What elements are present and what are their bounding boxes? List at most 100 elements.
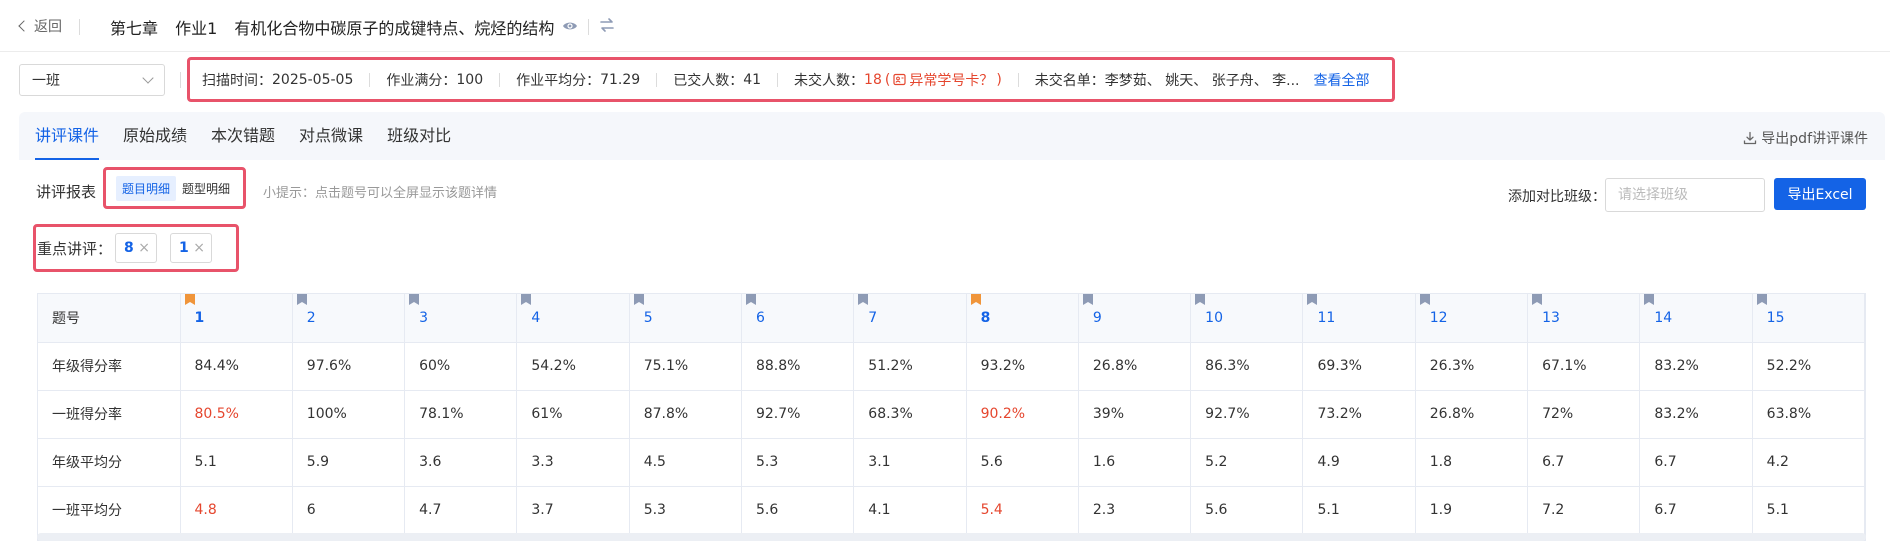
table-cell: 1.9 (1415, 486, 1529, 535)
question-number-cell[interactable]: 8 (966, 294, 1079, 343)
class-select[interactable]: 一班 (19, 64, 165, 96)
row-label: 一班得分率 (38, 390, 181, 439)
export-pdf-label: 导出pdf讲评课件 (1761, 131, 1868, 147)
tab-micro-lessons[interactable]: 对点微课 (299, 112, 363, 160)
full-score-label: 作业满分： (386, 72, 457, 89)
tab-review-courseware[interactable]: 讲评课件 (35, 112, 100, 160)
table-cell: 61% (516, 390, 630, 439)
question-number: 9 (1092, 309, 1102, 326)
bookmark-icon[interactable] (184, 294, 197, 306)
bookmark-icon[interactable] (408, 294, 421, 306)
question-number-cell[interactable]: 4 (516, 294, 630, 343)
focus-chip[interactable]: 1 × (170, 233, 212, 263)
table-cell: 97.6% (292, 342, 406, 391)
export-excel-button[interactable]: 导出Excel (1774, 178, 1866, 210)
close-icon[interactable]: × (193, 240, 205, 256)
unsubmitted-names-label: 未交名单： (1034, 72, 1105, 89)
bookmark-icon[interactable] (970, 294, 983, 306)
table-cell: 73.2% (1302, 390, 1416, 439)
average-score-label: 作业平均分： (516, 72, 601, 89)
unsubmitted-names-value: 李梦茹、 姚天、 张子舟、 李... (1104, 72, 1300, 89)
download-icon (1744, 131, 1757, 145)
homework-label: 作业1 (175, 19, 218, 38)
question-number-cell[interactable]: 5 (629, 294, 742, 343)
question-number-cell[interactable]: 10 (1190, 294, 1304, 343)
bookmark-icon[interactable] (857, 294, 870, 306)
average-score-value: 71.29 (600, 71, 641, 88)
table-cell: 69.3% (1302, 342, 1416, 391)
abnormal-id-card-link[interactable]: 异常学号卡？ (893, 70, 993, 90)
divider (656, 72, 658, 87)
mode-question-type-detail[interactable]: 题型明细 (176, 176, 236, 201)
question-number-cell[interactable]: 1 (180, 294, 293, 343)
bookmark-icon[interactable] (296, 294, 309, 306)
bookmark-icon[interactable] (633, 294, 646, 306)
export-pdf-button[interactable]: 导出pdf讲评课件 (1743, 128, 1868, 148)
question-number-cell[interactable]: 15 (1752, 294, 1866, 343)
page-title: 第七章 作业1 有机化合物中碳原子的成键特点、烷烃的结构 (110, 15, 566, 39)
table-cell: 63.8% (1752, 390, 1866, 439)
table-cell: 72% (1527, 390, 1641, 439)
question-number-cell[interactable]: 2 (292, 294, 406, 343)
table-cell: 4.7 (404, 486, 518, 535)
focus-chip[interactable]: 8 × (115, 233, 157, 263)
question-number: 3 (419, 309, 429, 326)
divider (499, 72, 501, 87)
question-number: 14 (1654, 309, 1673, 326)
bookmark-icon[interactable] (1194, 294, 1207, 306)
question-number: 7 (868, 309, 878, 326)
paren-close: ) (996, 71, 1002, 88)
question-number-cell[interactable]: 14 (1639, 294, 1753, 343)
question-number-cell[interactable]: 9 (1078, 294, 1192, 343)
question-number-cell[interactable]: 13 (1527, 294, 1641, 343)
abnormal-id-card-label: 异常学号卡？ (909, 72, 994, 89)
table-header-row: 题号 1 2 3 4 5 6 7 8 9 10 11 12 13 14 15 (38, 294, 1866, 343)
eye-icon[interactable] (562, 18, 578, 34)
bookmark-icon[interactable] (745, 294, 758, 306)
compare-class-input[interactable] (1605, 178, 1765, 212)
bookmark-icon[interactable] (1082, 294, 1095, 306)
table-cell: 4.5 (629, 438, 742, 487)
mode-question-detail[interactable]: 题目明细 (116, 175, 177, 201)
swap-icon[interactable] (598, 16, 616, 34)
chevron-down-icon (142, 72, 154, 84)
tip-text: 小提示：点击题号可以全屏显示该题详情 (263, 186, 498, 201)
scan-time-label: 扫描时间： (202, 72, 272, 89)
question-number-cell[interactable]: 12 (1415, 294, 1529, 343)
horizontal-scrollbar[interactable] (37, 533, 1866, 541)
table-cell: 84.4% (180, 342, 293, 391)
bookmark-icon[interactable] (1756, 294, 1769, 306)
tab-class-compare[interactable]: 班级对比 (387, 112, 451, 160)
question-number-cell[interactable]: 3 (404, 294, 518, 343)
bookmark-icon[interactable] (1306, 294, 1319, 306)
table-cell: 26.3% (1415, 342, 1529, 391)
bookmark-icon[interactable] (1531, 294, 1544, 306)
table-cell: 3.3 (516, 438, 630, 487)
question-number: 6 (755, 309, 765, 326)
question-number-cell[interactable]: 7 (853, 294, 967, 343)
divider (777, 72, 779, 87)
close-icon[interactable]: × (138, 240, 150, 256)
row-label: 年级平均分 (38, 438, 181, 487)
table-cell: 3.7 (516, 486, 630, 535)
bookmark-icon[interactable] (1419, 294, 1432, 306)
compare-class-label: 添加对比班级： (1508, 189, 1606, 205)
tab-wrong-questions[interactable]: 本次错题 (211, 112, 275, 160)
view-all-link[interactable]: 查看全部 (1314, 70, 1370, 90)
tab-raw-scores[interactable]: 原始成绩 (123, 112, 187, 160)
topic-label: 有机化合物中碳原子的成键特点、烷烃的结构 (234, 19, 555, 38)
back-button[interactable]: 返回 (18, 16, 62, 36)
table-cell: 4.9 (1302, 438, 1416, 487)
full-score-value: 100 (456, 71, 484, 88)
table-cell: 5.1 (1752, 486, 1866, 535)
table-cell: 5.4 (966, 486, 1079, 535)
table-cell: 83.2% (1639, 342, 1753, 391)
bookmark-icon[interactable] (520, 294, 533, 306)
table-cell: 4.1 (853, 486, 967, 535)
question-number: 5 (643, 309, 653, 326)
divider (369, 72, 371, 87)
question-number-cell[interactable]: 6 (741, 294, 855, 343)
question-number-cell[interactable]: 11 (1302, 294, 1416, 343)
table-cell: 5.3 (629, 486, 742, 535)
bookmark-icon[interactable] (1643, 294, 1656, 306)
